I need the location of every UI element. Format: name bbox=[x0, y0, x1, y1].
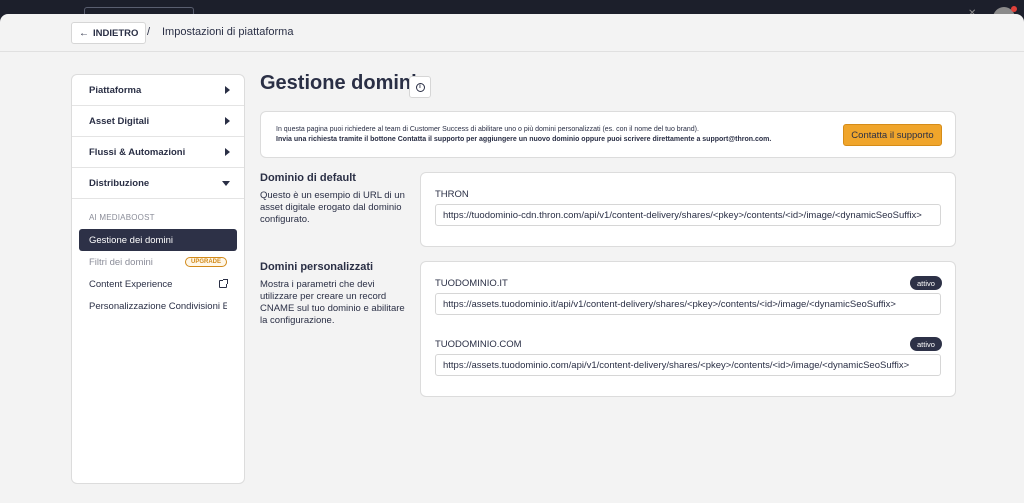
sidebar-subitem-label: Filtri dei domini bbox=[89, 256, 153, 268]
sidebar-subitem-content-experience[interactable]: Content Experience bbox=[79, 273, 237, 295]
notice-line-2: Invia una richiesta tramite il bottone C… bbox=[276, 136, 772, 143]
custom-domains-title: Domini personalizzati bbox=[260, 261, 374, 273]
sidebar-item-flussi[interactable]: Flussi & Automazioni bbox=[72, 137, 244, 168]
back-button[interactable]: ← INDIETRO bbox=[71, 22, 147, 44]
settings-sidebar: Piattaforma Asset Digitali Flussi & Auto… bbox=[71, 74, 245, 484]
sidebar-subitem-personalizzazione[interactable]: Personalizzazione Condivisioni E... bbox=[79, 295, 237, 317]
status-badge: attivo bbox=[910, 276, 942, 290]
default-domain-url-field[interactable]: https://tuodominio-cdn.thron.com/api/v1/… bbox=[435, 204, 941, 226]
sidebar-subitem-label: Gestione dei domini bbox=[89, 234, 173, 246]
sidebar-item-asset-digitali[interactable]: Asset Digitali bbox=[72, 106, 244, 137]
caret-down-icon bbox=[222, 180, 230, 186]
sidebar-item-label: Flussi & Automazioni bbox=[89, 146, 186, 158]
default-domain-title: Dominio di default bbox=[260, 172, 356, 184]
top-app-bar: ✕ bbox=[0, 0, 1024, 29]
custom-domain-url-field[interactable]: https://assets.tuodominio.com/api/v1/con… bbox=[435, 354, 941, 376]
sidebar-section-label: AI MEDIABOOST bbox=[89, 213, 155, 222]
status-badge: attivo bbox=[910, 337, 942, 351]
default-domain-description: Questo è un esempio di URL di un asset d… bbox=[260, 190, 405, 225]
sidebar-subitem-filtri-domini[interactable]: Filtri dei domini UPGRADE bbox=[79, 251, 237, 273]
default-domain-card: THRON https://tuodominio-cdn.thron.com/a… bbox=[420, 172, 956, 247]
custom-domains-card: TUODOMINIO.IT attivo https://assets.tuod… bbox=[420, 261, 956, 397]
custom-domain-url-field[interactable]: https://assets.tuodominio.it/api/v1/cont… bbox=[435, 293, 941, 315]
custom-domain-label: TUODOMINIO.COM bbox=[435, 339, 522, 350]
sidebar-subitem-gestione-domini[interactable]: Gestione dei domini bbox=[79, 229, 237, 251]
sidebar-item-label: Piattaforma bbox=[89, 84, 142, 96]
sidebar-item-label: Distribuzione bbox=[89, 177, 150, 189]
sidebar-item-distribuzione[interactable]: Distribuzione bbox=[72, 168, 244, 199]
custom-domain-label: TUODOMINIO.IT bbox=[435, 278, 508, 289]
external-link-icon bbox=[219, 279, 228, 288]
notice-line-1: In questa pagina puoi richiedere al team… bbox=[276, 126, 699, 133]
arrow-left-icon: ← bbox=[79, 27, 89, 39]
sidebar-item-label: Asset Digitali bbox=[89, 115, 150, 127]
modal-header: ← INDIETRO / Impostazioni di piattaforma bbox=[0, 14, 1024, 52]
sidebar-subitem-label: Content Experience bbox=[89, 278, 173, 290]
info-icon: i bbox=[415, 82, 425, 92]
custom-domains-description: Mostra i parametri che devi utilizzare p… bbox=[260, 279, 405, 326]
info-button[interactable]: i bbox=[409, 76, 431, 98]
sidebar-item-piattaforma[interactable]: Piattaforma bbox=[72, 75, 244, 106]
settings-modal: ← INDIETRO / Impostazioni di piattaforma… bbox=[0, 14, 1024, 503]
breadcrumb: Impostazioni di piattaforma bbox=[162, 26, 294, 38]
contact-support-button[interactable]: Contatta il supporto bbox=[843, 124, 942, 146]
page-title: Gestione domini bbox=[260, 72, 417, 94]
breadcrumb-separator: / bbox=[147, 26, 151, 38]
upgrade-badge: UPGRADE bbox=[184, 257, 227, 267]
caret-right-icon bbox=[225, 117, 230, 125]
back-button-label: INDIETRO bbox=[93, 27, 139, 39]
caret-right-icon bbox=[225, 86, 230, 94]
caret-right-icon bbox=[225, 148, 230, 156]
notification-dot-icon bbox=[1011, 6, 1017, 12]
info-notice: In questa pagina puoi richiedere al team… bbox=[260, 111, 956, 158]
sidebar-subitem-label: Personalizzazione Condivisioni E... bbox=[89, 300, 227, 312]
default-domain-label: THRON bbox=[435, 189, 469, 200]
